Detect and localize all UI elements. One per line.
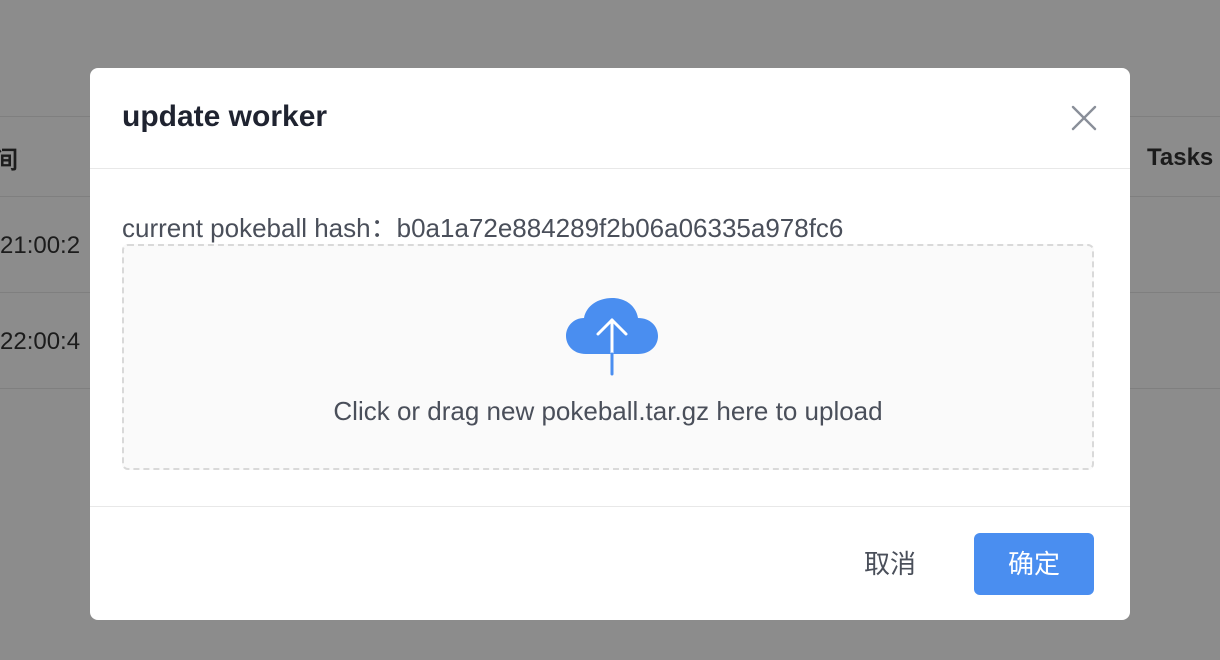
dialog-title: update worker (122, 100, 328, 133)
cloud-upload-icon (566, 298, 658, 376)
dialog-header: update worker (90, 68, 1130, 169)
close-button[interactable] (1064, 98, 1104, 138)
upload-dropzone[interactable]: Click or drag new pokeball.tar.gz here t… (122, 244, 1094, 470)
upload-hint-text: Click or drag new pokeball.tar.gz here t… (333, 396, 883, 426)
close-icon (1071, 105, 1097, 131)
cancel-button[interactable]: 取消 (842, 533, 938, 595)
hash-value: b0a1a72e884289f2b06a06335a978fc6 (396, 213, 844, 243)
confirm-button[interactable]: 确定 (974, 533, 1094, 595)
hash-label: current pokeball hash： (122, 213, 397, 243)
dialog-footer: 取消 确定 (90, 506, 1130, 620)
update-worker-dialog: update worker current pokeball hash：b0a1… (90, 68, 1130, 620)
pokeball-hash-line: current pokeball hash：b0a1a72e884289f2b0… (122, 208, 843, 245)
